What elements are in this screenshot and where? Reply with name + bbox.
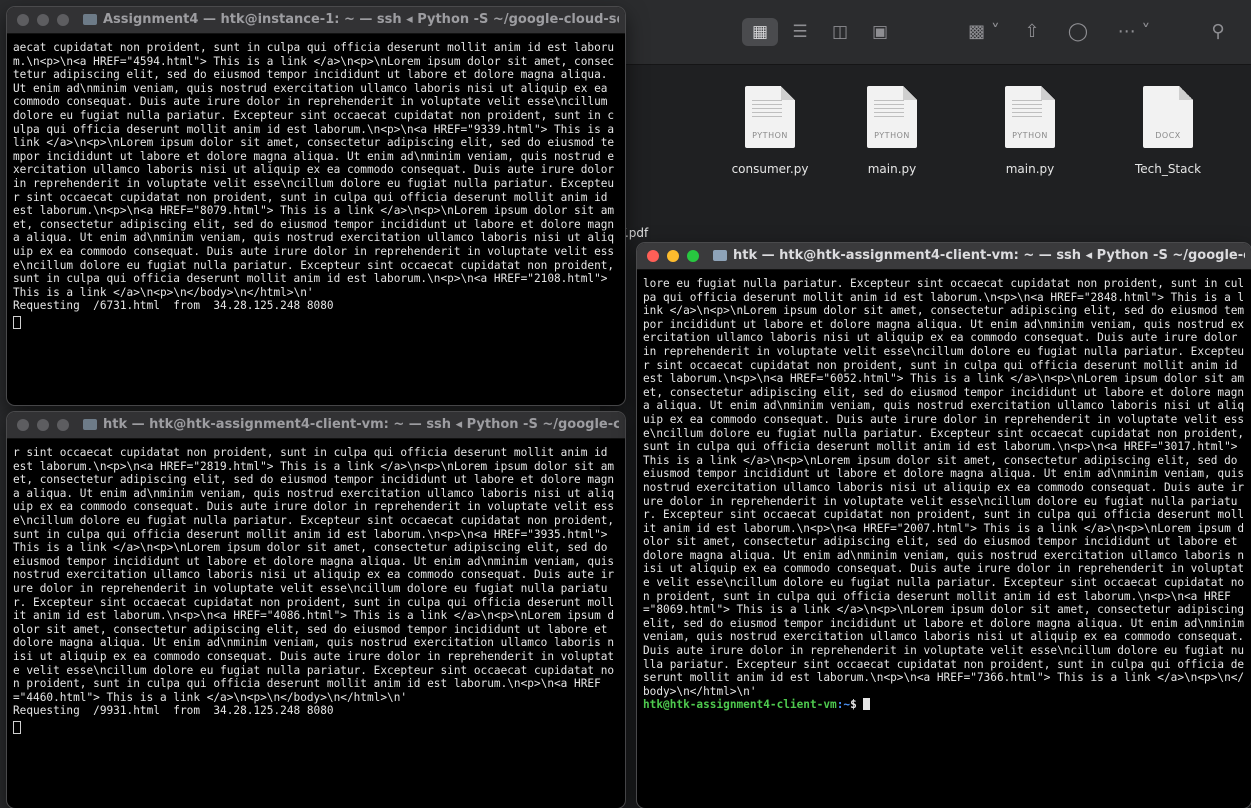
file-name: Tech_Stack <box>1134 162 1202 176</box>
terminal-output: r sint occaecat cupidatat non proident, … <box>13 446 621 704</box>
file-item[interactable]: PYTHON consumer.py <box>710 86 830 196</box>
folder-icon <box>83 419 97 430</box>
terminal-output-area[interactable]: aecat cupidatat non proident, sunt in cu… <box>7 34 625 405</box>
file-name: consumer.py <box>731 162 809 176</box>
finder-toolbar: ▦ ☰ ◫ ▣ ▩ ˅ ⇧ ◯ ⋯ ˅ ⚲ <box>600 0 1251 65</box>
shell-prompt[interactable]: htk@htk-assignment4-client-vm:~$ <box>643 698 1246 712</box>
file-name: main.py <box>867 162 917 176</box>
prompt-user-host: htk@htk-assignment4-client-vm <box>643 698 837 712</box>
file-type-tag: PYTHON <box>874 131 910 140</box>
tag-icon[interactable]: ◯ <box>1066 20 1090 44</box>
column-view-icon[interactable]: ◫ <box>822 18 858 46</box>
title-bar[interactable]: Assignment4 — htk@instance-1: ~ — ssh ◂ … <box>7 7 625 34</box>
grid-view-icon[interactable]: ▦ <box>742 18 778 46</box>
list-view-icon[interactable]: ☰ <box>782 18 818 46</box>
close-button[interactable] <box>17 14 29 26</box>
prompt-path: :~ <box>836 698 851 712</box>
folder-icon <box>83 14 97 25</box>
terminal-cursor <box>13 315 21 329</box>
zoom-button[interactable] <box>57 14 69 26</box>
request-status-line: Requesting /9931.html from 34.28.125.248… <box>13 704 334 718</box>
terminal-window-right[interactable]: htk — htk@htk-assignment4-client-vm: ~ —… <box>637 243 1251 808</box>
file-item[interactable]: DOCX Tech_Stack <box>1108 86 1228 196</box>
minimize-button[interactable] <box>37 14 49 26</box>
python-file-icon: PYTHON <box>867 86 917 148</box>
prompt-symbol: $ <box>850 698 864 712</box>
view-mode-group: ▦ ☰ ◫ ▣ <box>742 18 902 46</box>
terminal-output: lore eu fugiat nulla pariatur. Excepteur… <box>643 277 1251 698</box>
python-file-icon: PYTHON <box>745 86 795 148</box>
zoom-button[interactable] <box>687 250 699 262</box>
request-status-line: Requesting /6731.html from 34.28.125.248… <box>13 299 334 313</box>
group-icon[interactable]: ▩ ˅ <box>966 20 1002 44</box>
terminal-cursor <box>13 720 21 734</box>
file-grid: F.pdf PYTHON consumer.py PYTHON main.py … <box>600 64 1251 306</box>
terminal-output-area[interactable]: r sint occaecat cupidatat non proident, … <box>7 439 625 808</box>
file-item[interactable]: PYTHON main.py <box>970 86 1090 196</box>
minimize-button[interactable] <box>667 250 679 262</box>
terminal-window-top-left[interactable]: Assignment4 — htk@instance-1: ~ — ssh ◂ … <box>7 7 625 405</box>
file-name: main.py <box>1005 162 1055 176</box>
window-title: htk — htk@htk-assignment4-client-vm: ~ —… <box>733 248 1245 263</box>
share-icon[interactable]: ⇧ <box>1020 20 1044 44</box>
title-bar[interactable]: htk — htk@htk-assignment4-client-vm: ~ —… <box>7 412 625 439</box>
file-item[interactable]: PYTHON main.py <box>832 86 952 196</box>
minimize-button[interactable] <box>37 419 49 431</box>
file-type-tag: PYTHON <box>1012 131 1048 140</box>
zoom-button[interactable] <box>57 419 69 431</box>
gallery-view-icon[interactable]: ▣ <box>862 18 898 46</box>
terminal-output: aecat cupidatat non proident, sunt in cu… <box>13 41 621 299</box>
python-file-icon: PYTHON <box>1005 86 1055 148</box>
close-button[interactable] <box>17 419 29 431</box>
more-icon[interactable]: ⋯ ˅ <box>1114 20 1154 44</box>
search-icon[interactable]: ⚲ <box>1206 20 1230 44</box>
window-title: htk — htk@htk-assignment4-client-vm: ~ —… <box>103 417 619 432</box>
folder-icon <box>713 250 727 261</box>
terminal-cursor <box>863 698 871 711</box>
file-type-tag: PYTHON <box>752 131 788 140</box>
window-title: Assignment4 — htk@instance-1: ~ — ssh ◂ … <box>103 12 619 27</box>
close-button[interactable] <box>647 250 659 262</box>
terminal-window-bottom-left[interactable]: htk — htk@htk-assignment4-client-vm: ~ —… <box>7 412 625 808</box>
terminal-output-area[interactable]: lore eu fugiat nulla pariatur. Excepteur… <box>637 270 1251 808</box>
docx-file-icon: DOCX <box>1143 86 1193 148</box>
file-type-tag: DOCX <box>1155 131 1181 140</box>
title-bar[interactable]: htk — htk@htk-assignment4-client-vm: ~ —… <box>637 243 1251 270</box>
